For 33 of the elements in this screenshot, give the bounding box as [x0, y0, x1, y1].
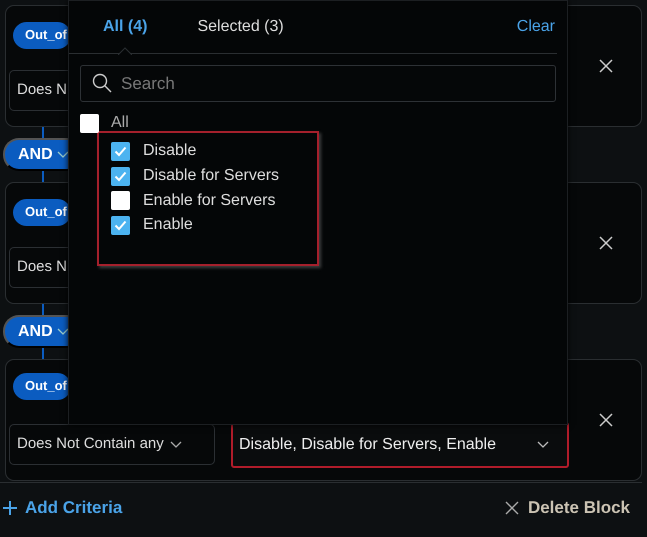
option-label: Enable for Servers	[143, 190, 276, 211]
close-icon[interactable]	[599, 236, 613, 250]
chevron-icon	[56, 328, 69, 336]
delete-block-button[interactable]: Delete Block	[504, 494, 630, 520]
clear-link[interactable]: Clear	[516, 15, 557, 39]
operator-dropdown[interactable]: Does Not Contain any	[9, 424, 215, 465]
chevron-icon	[170, 440, 182, 448]
check-icon	[114, 146, 127, 157]
checkbox[interactable]	[111, 166, 130, 186]
option-label: Disable for Servers	[143, 166, 280, 186]
tab[interactable]: Selected (3)	[197, 0, 284, 54]
chevron-icon	[537, 440, 549, 448]
close-icon[interactable]	[599, 59, 613, 73]
search-field[interactable]: Search	[80, 65, 556, 102]
close-icon	[504, 500, 519, 514]
tab[interactable]: All (4)	[103, 0, 148, 54]
option-label: Enable	[143, 215, 193, 236]
add-criteria-button[interactable]: Add Criteria	[0, 494, 122, 520]
close-icon[interactable]	[599, 413, 613, 427]
attribute-pill[interactable]: Out_of	[13, 198, 71, 226]
check-icon	[114, 220, 127, 231]
plus-icon	[2, 500, 18, 516]
checkbox[interactable]	[80, 114, 99, 132]
attribute-pill[interactable]: Out_of	[13, 372, 71, 400]
attribute-pill[interactable]: Out_of	[13, 22, 71, 48]
checkbox[interactable]	[111, 191, 130, 210]
checkbox[interactable]	[111, 142, 130, 161]
value-dropdown[interactable]: Disable, Disable for Servers, Enable	[231, 422, 569, 468]
chevron-icon	[56, 150, 69, 158]
check-icon	[114, 170, 127, 182]
option-label: Disable	[143, 141, 196, 162]
option-label: All	[111, 113, 129, 133]
checkbox[interactable]	[111, 216, 130, 235]
